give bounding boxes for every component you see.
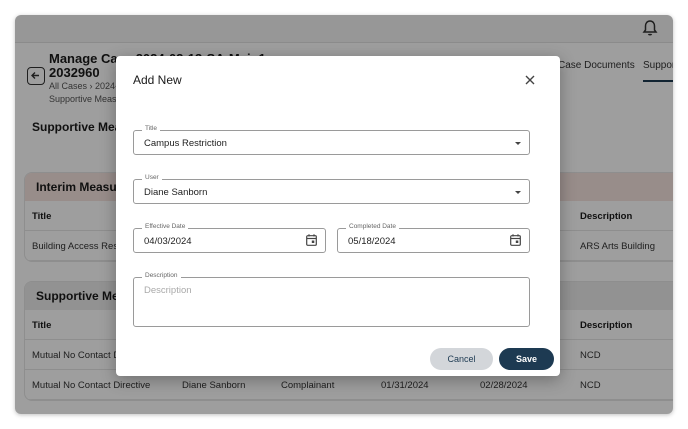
user-label: User bbox=[142, 174, 162, 181]
user-value: Diane Sanborn bbox=[144, 187, 208, 198]
save-button[interactable]: Save bbox=[499, 348, 554, 370]
title-value: Campus Restriction bbox=[144, 138, 227, 149]
close-icon[interactable] bbox=[524, 74, 536, 86]
chevron-down-icon bbox=[515, 142, 521, 145]
add-new-dialog: Add New Title Campus Restriction User Di… bbox=[116, 56, 560, 376]
effective-date-value: 04/03/2024 bbox=[144, 236, 192, 247]
description-placeholder: Description bbox=[144, 285, 192, 296]
completed-date-field[interactable]: Completed Date 05/18/2024 bbox=[337, 223, 530, 253]
completed-date-value: 05/18/2024 bbox=[348, 236, 396, 247]
chevron-down-icon bbox=[515, 191, 521, 194]
title-select[interactable]: Title Campus Restriction bbox=[133, 125, 530, 155]
description-textarea[interactable]: Description Description bbox=[133, 272, 530, 327]
calendar-icon[interactable] bbox=[510, 234, 521, 246]
effective-date-label: Effective Date bbox=[142, 223, 189, 230]
calendar-icon[interactable] bbox=[306, 234, 317, 246]
cancel-button[interactable]: Cancel bbox=[430, 348, 493, 370]
description-label: Description bbox=[142, 272, 181, 279]
title-label: Title bbox=[142, 125, 161, 132]
dialog-title: Add New bbox=[133, 73, 182, 87]
user-select[interactable]: User Diane Sanborn bbox=[133, 174, 530, 204]
completed-date-label: Completed Date bbox=[346, 223, 399, 230]
effective-date-field[interactable]: Effective Date 04/03/2024 bbox=[133, 223, 326, 253]
